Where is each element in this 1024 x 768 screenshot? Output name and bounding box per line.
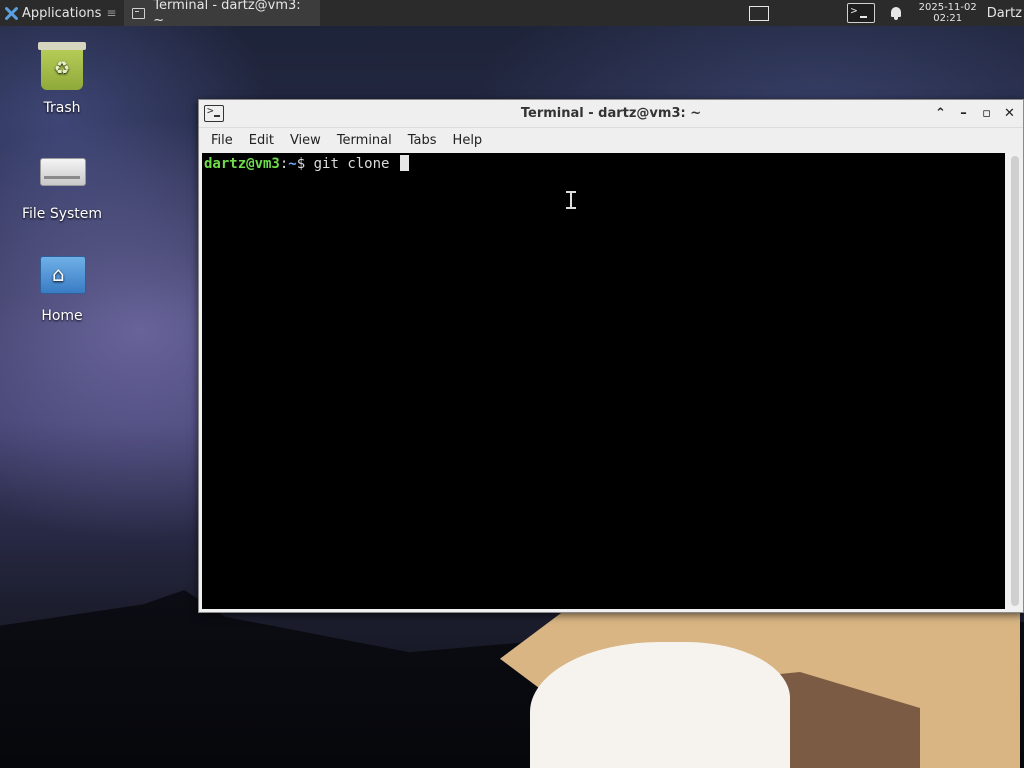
prompt-symbol: $ [296, 156, 306, 172]
desktop-icon-label: Trash [43, 100, 81, 116]
taskbar-item-terminal[interactable]: Terminal - dartz@vm3: ~ [124, 0, 321, 28]
close-button[interactable]: ✕ [1002, 106, 1017, 121]
terminal-window-icon [132, 7, 146, 19]
applications-label: Applications [22, 5, 102, 21]
drive-icon [38, 148, 86, 196]
prompt-path: ~ [288, 156, 297, 172]
window-controls: ⌃ – ▫ ✕ [933, 106, 1017, 121]
notification-bell-icon[interactable] [889, 6, 903, 20]
clock-date: 2025-11-02 [918, 2, 977, 13]
shade-button[interactable]: ⌃ [933, 106, 948, 121]
menu-help[interactable]: Help [445, 133, 491, 148]
wallpaper-face [530, 642, 790, 768]
ibeam-pointer-icon [566, 191, 576, 209]
wallpaper-character [440, 612, 1024, 768]
terminal-output[interactable]: dartz@vm3:~$ git clone [202, 153, 1005, 609]
terminal-app-icon[interactable] [204, 104, 224, 122]
taskbar-item-label: Terminal - dartz@vm3: ~ [153, 0, 301, 28]
desktop-icon-trash[interactable]: Trash [12, 42, 112, 116]
menu-edit[interactable]: Edit [241, 133, 282, 148]
clock-time: 02:21 [933, 13, 963, 24]
text-cursor [399, 155, 409, 171]
terminal-launcher-icon[interactable] [846, 3, 875, 23]
prompt-line: dartz@vm3:~$ git clone [204, 155, 1003, 172]
command-text: git clone [313, 156, 398, 172]
maximize-button[interactable]: ▫ [979, 106, 994, 121]
terminal-window[interactable]: Terminal - dartz@vm3: ~ ⌃ – ▫ ✕ File Edi… [198, 99, 1024, 613]
workspace-switcher[interactable] [748, 5, 769, 21]
window-title: Terminal - dartz@vm3: ~ [520, 106, 702, 121]
trash-icon [38, 42, 86, 90]
menu-view[interactable]: View [282, 133, 329, 148]
minimize-button[interactable]: – [956, 106, 971, 121]
applications-menu-icon: ≡ [106, 6, 117, 20]
terminal-scrollbar[interactable] [1011, 156, 1019, 606]
desktop-icon-label: Home [41, 308, 83, 324]
desktop-icon-label: File System [21, 206, 103, 222]
top-panel: Applications ≡ Terminal - dartz@vm3: ~ 2… [0, 0, 1024, 28]
home-folder-icon [38, 250, 86, 298]
menu-file[interactable]: File [203, 133, 241, 148]
xfce-logo-icon [4, 6, 19, 21]
desktop-icon-home[interactable]: Home [12, 250, 112, 324]
menu-bar: File Edit View Terminal Tabs Help [199, 128, 1023, 152]
menu-terminal[interactable]: Terminal [329, 133, 400, 148]
prompt-user: dartz@vm3 [204, 156, 280, 172]
desktop-icon-file-system[interactable]: File System [12, 148, 112, 222]
menu-tabs[interactable]: Tabs [400, 133, 445, 148]
clock[interactable]: 2025-11-02 02:21 [919, 2, 977, 24]
applications-menu-button[interactable]: Applications ≡ [0, 0, 120, 26]
window-titlebar[interactable]: Terminal - dartz@vm3: ~ ⌃ – ▫ ✕ [199, 100, 1023, 128]
user-menu[interactable]: Dartz [987, 6, 1022, 21]
